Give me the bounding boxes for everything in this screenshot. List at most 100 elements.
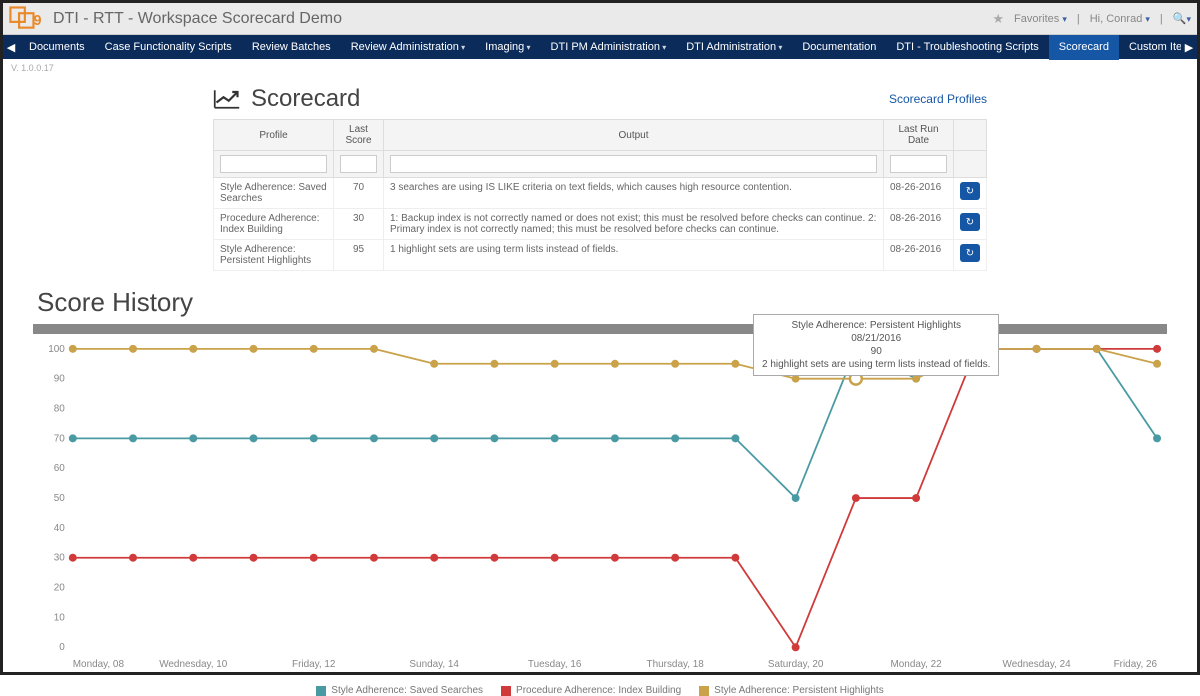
chart-point[interactable] xyxy=(430,554,438,562)
chart-point[interactable] xyxy=(1153,434,1161,442)
chart-point[interactable] xyxy=(310,554,318,562)
chart-point[interactable] xyxy=(1153,360,1161,368)
chart-point[interactable] xyxy=(1033,345,1041,353)
nav-custom-items[interactable]: Custom Items xyxy=(1119,35,1181,60)
nav-scroll-left[interactable]: ◀ xyxy=(3,41,19,54)
chart-point[interactable] xyxy=(611,434,619,442)
svg-text:Wednesday, 10: Wednesday, 10 xyxy=(159,659,228,670)
chart-point[interactable] xyxy=(611,360,619,368)
chart-point[interactable] xyxy=(671,360,679,368)
filter-date[interactable] xyxy=(890,155,947,173)
nav-documents[interactable]: Documents xyxy=(19,35,95,60)
chart-point[interactable] xyxy=(490,360,498,368)
legend-item[interactable]: Style Adherence: Saved Searches xyxy=(316,685,483,696)
chart-point[interactable] xyxy=(852,494,860,502)
table-row: Procedure Adherence: Index Building 30 1… xyxy=(214,209,987,240)
svg-text:9: 9 xyxy=(33,12,41,28)
user-greeting[interactable]: Hi, Conrad ▾ xyxy=(1090,13,1150,25)
chart-point[interactable] xyxy=(490,554,498,562)
chart-point[interactable] xyxy=(551,360,559,368)
cell-score: 70 xyxy=(334,178,384,209)
chart-point[interactable] xyxy=(69,554,77,562)
refresh-button[interactable]: ↻ xyxy=(960,244,980,262)
scorecard-title: Scorecard xyxy=(251,85,360,113)
th-output[interactable]: Output xyxy=(384,120,884,151)
svg-text:Monday, 22: Monday, 22 xyxy=(891,659,943,670)
legend-item[interactable]: Procedure Adherence: Index Building xyxy=(501,685,681,696)
refresh-button[interactable]: ↻ xyxy=(960,213,980,231)
refresh-button[interactable]: ↻ xyxy=(960,182,980,200)
cell-score: 30 xyxy=(334,209,384,240)
table-row: Style Adherence: Saved Searches 70 3 sea… xyxy=(214,178,987,209)
th-date[interactable]: Last Run Date xyxy=(884,120,954,151)
nav-review-batches[interactable]: Review Batches xyxy=(242,35,341,60)
nav-scorecard[interactable]: Scorecard xyxy=(1049,35,1119,60)
legend-label: Style Adherence: Persistent Highlights xyxy=(714,685,884,696)
chart-point[interactable] xyxy=(69,345,77,353)
cell-date: 08-26-2016 xyxy=(884,240,954,271)
svg-text:90: 90 xyxy=(54,374,66,385)
nav-dti-pm-administration[interactable]: DTI PM Administration xyxy=(541,35,677,60)
chart-point[interactable] xyxy=(370,345,378,353)
chart-point[interactable] xyxy=(250,345,258,353)
chart-point[interactable] xyxy=(310,434,318,442)
svg-text:10: 10 xyxy=(54,612,66,623)
chart-point[interactable] xyxy=(671,434,679,442)
chart-point[interactable] xyxy=(430,434,438,442)
cell-output: 1 highlight sets are using term lists in… xyxy=(384,240,884,271)
chart-point[interactable] xyxy=(310,345,318,353)
chart-line-icon xyxy=(213,87,241,111)
chart-point[interactable] xyxy=(189,554,197,562)
chart-point[interactable] xyxy=(69,434,77,442)
chart-point[interactable] xyxy=(370,434,378,442)
chart-point[interactable] xyxy=(792,643,800,651)
chart-point[interactable] xyxy=(189,345,197,353)
topbar-divider: | xyxy=(1077,13,1080,25)
chart-point[interactable] xyxy=(250,434,258,442)
nav-dti-troubleshooting-scripts[interactable]: DTI - Troubleshooting Scripts xyxy=(886,35,1048,60)
legend-swatch xyxy=(501,686,511,696)
chart-point[interactable] xyxy=(1153,345,1161,353)
nav-dti-administration[interactable]: DTI Administration xyxy=(676,35,792,60)
filter-output[interactable] xyxy=(390,155,877,173)
chart-point[interactable] xyxy=(370,554,378,562)
favorites-star-icon[interactable]: ★ xyxy=(992,11,1004,27)
legend-item[interactable]: Style Adherence: Persistent Highlights xyxy=(699,685,884,696)
chart-point[interactable] xyxy=(250,554,258,562)
nav-documentation[interactable]: Documentation xyxy=(792,35,886,60)
topbar-divider: | xyxy=(1160,13,1163,25)
chart-point[interactable] xyxy=(129,345,137,353)
chart-point[interactable] xyxy=(611,554,619,562)
chart-point[interactable] xyxy=(129,554,137,562)
cell-date: 08-26-2016 xyxy=(884,178,954,209)
chart-point[interactable] xyxy=(189,434,197,442)
chart-point[interactable] xyxy=(551,554,559,562)
chart-tooltip: Style Adherence: Persistent Highlights 0… xyxy=(753,314,999,376)
filter-score[interactable] xyxy=(340,155,377,173)
chart-point[interactable] xyxy=(129,434,137,442)
nav-case-functionality-scripts[interactable]: Case Functionality Scripts xyxy=(95,35,242,60)
nav-review-administration[interactable]: Review Administration xyxy=(341,35,475,60)
chart-point[interactable] xyxy=(792,494,800,502)
search-icon[interactable]: 🔍▾ xyxy=(1173,12,1191,25)
chart-point[interactable] xyxy=(671,554,679,562)
th-score[interactable]: Last Score xyxy=(334,120,384,151)
chart-point[interactable] xyxy=(1093,345,1101,353)
chart-point[interactable] xyxy=(731,360,739,368)
nav-imaging[interactable]: Imaging xyxy=(475,35,540,60)
filter-profile[interactable] xyxy=(220,155,327,173)
chart-point[interactable] xyxy=(731,434,739,442)
chart-point[interactable] xyxy=(490,434,498,442)
nav-scroll-right[interactable]: ▶ xyxy=(1181,41,1197,54)
chart-point[interactable] xyxy=(551,434,559,442)
svg-text:Friday, 26: Friday, 26 xyxy=(1114,659,1158,670)
chart-point[interactable] xyxy=(430,360,438,368)
cell-score: 95 xyxy=(334,240,384,271)
cell-output: 1: Backup index is not correctly named o… xyxy=(384,209,884,240)
scorecard-profiles-link[interactable]: Scorecard Profiles xyxy=(889,92,987,106)
favorites-link[interactable]: Favorites ▾ xyxy=(1014,13,1067,25)
score-history-chart[interactable]: 0102030405060708090100Monday, 08Wednesda… xyxy=(33,338,1167,678)
th-profile[interactable]: Profile xyxy=(214,120,334,151)
chart-point[interactable] xyxy=(912,494,920,502)
chart-point[interactable] xyxy=(731,554,739,562)
